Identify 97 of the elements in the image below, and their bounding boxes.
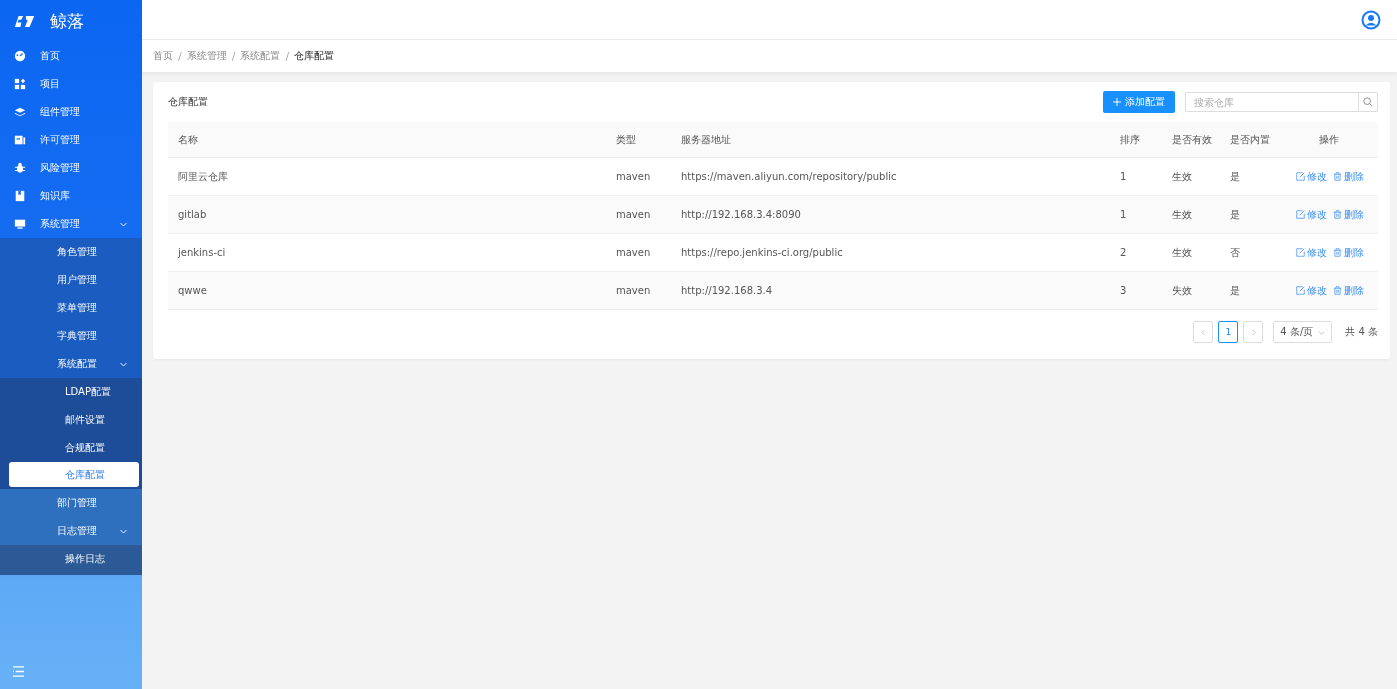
- layers-icon: [14, 106, 26, 118]
- page-button[interactable]: 1: [1218, 321, 1239, 343]
- table-cell-text: https://maven.aliyun.com/repository/public: [680, 171, 898, 182]
- table-cell-text: qwwe: [177, 285, 208, 296]
- edit-icon: [1296, 286, 1305, 295]
- breadcrumb-link[interactable]: 系统配置: [240, 49, 281, 63]
- search-button[interactable]: [1358, 92, 1378, 112]
- breadcrumb-link[interactable]: 系统管理: [186, 49, 227, 63]
- column-header: 服务器地址: [680, 132, 732, 147]
- table-cell-text: 否: [1229, 245, 1241, 260]
- menu-item[interactable]: 菜单管理: [0, 294, 142, 322]
- table-cell-text: 2: [1119, 247, 1128, 258]
- delete-link[interactable]: 删除: [1333, 169, 1364, 184]
- edit-link[interactable]: 修改: [1296, 283, 1327, 298]
- table-cell-text: maven: [615, 171, 652, 182]
- table-cell-text: 生效: [1171, 207, 1193, 222]
- delete-link[interactable]: 删除: [1333, 245, 1364, 260]
- monitor-icon: [14, 218, 26, 230]
- menu-item[interactable]: 日志管理: [0, 517, 142, 545]
- menu-item[interactable]: 系统管理: [0, 210, 142, 238]
- user-icon[interactable]: [1361, 9, 1381, 30]
- search-field[interactable]: 搜索仓库: [1185, 92, 1358, 112]
- menu-item[interactable]: 操作日志: [0, 545, 142, 573]
- app-name: 鲸落: [50, 9, 84, 33]
- breadcrumb-separator: /: [231, 49, 236, 63]
- breadcrumb-separator: /: [178, 49, 182, 63]
- chevron-right-icon: [1249, 328, 1257, 336]
- menu-item[interactable]: 风险管理: [0, 154, 142, 182]
- breadcrumb-link[interactable]: 首页: [153, 49, 173, 63]
- table-cell-text: 1: [1119, 171, 1128, 182]
- chevron-left-icon: [1199, 328, 1207, 336]
- menu-item[interactable]: 许可管理: [0, 126, 142, 154]
- menu-item[interactable]: 仓库配置: [9, 462, 139, 487]
- edit-link[interactable]: 修改: [1296, 245, 1327, 260]
- table-cell-text: http://192.168.3.4:8090: [680, 209, 802, 220]
- trash-icon: [1333, 210, 1342, 219]
- edit-link[interactable]: 修改: [1296, 169, 1327, 184]
- menu-item[interactable]: 系统配置: [0, 350, 142, 378]
- trash-icon: [1333, 286, 1342, 295]
- menu-item[interactable]: 合规配置: [0, 434, 142, 462]
- column-header: 操作: [1318, 132, 1340, 147]
- card-title: 仓库配置: [168, 95, 208, 109]
- menu-item[interactable]: LDAP配置: [0, 378, 142, 406]
- table-cell-text: 是: [1229, 169, 1241, 184]
- table-cell-text: 失效: [1171, 283, 1193, 298]
- table-cell-text: 是: [1229, 207, 1241, 222]
- table-cell-text: 是: [1229, 283, 1241, 298]
- bug-icon: [14, 162, 26, 174]
- table-cell-text: 生效: [1171, 169, 1193, 184]
- chevron-down-icon: [1318, 328, 1326, 336]
- edit-link[interactable]: 修改: [1296, 207, 1327, 222]
- edit-icon: [1296, 210, 1305, 219]
- edit-icon: [1296, 248, 1305, 257]
- grid-icon: [14, 78, 26, 90]
- breadcrumb-separator: /: [285, 49, 290, 63]
- table-cell-text: 1: [1119, 209, 1128, 220]
- table-cell-text: 生效: [1171, 245, 1193, 260]
- column-header: 是否有效: [1171, 132, 1213, 147]
- column-header: 名称: [177, 132, 199, 147]
- total-count: 共 4 条: [1345, 325, 1378, 339]
- plus-icon: [1113, 98, 1121, 106]
- previous-page-button[interactable]: [1193, 321, 1214, 343]
- table-cell-text: 阿里云仓库: [177, 169, 229, 184]
- menu-item[interactable]: 字典管理: [0, 322, 142, 350]
- delete-link[interactable]: 删除: [1333, 283, 1364, 298]
- menu-item[interactable]: 知识库: [0, 182, 142, 210]
- add-button[interactable]: 添加配置: [1103, 91, 1175, 113]
- edit-icon: [1296, 172, 1305, 181]
- search-icon: [1363, 97, 1373, 107]
- menu-icon[interactable]: [12, 665, 25, 677]
- trash-icon: [1333, 172, 1342, 181]
- table-cell-text: maven: [615, 247, 652, 258]
- logo-icon: [14, 14, 36, 28]
- page-size-select[interactable]: 4 条/页: [1273, 321, 1333, 343]
- menu-item[interactable]: 邮件设置: [0, 406, 142, 434]
- table-cell-text: http://192.168.3.4: [680, 285, 774, 296]
- column-header: 是否内置: [1229, 132, 1271, 147]
- table-cell-text: gitlab: [177, 209, 208, 220]
- column-header: 排序: [1119, 132, 1141, 147]
- book-icon: [14, 190, 26, 202]
- gauge-icon: [14, 50, 26, 62]
- menu-item[interactable]: 项目: [0, 70, 142, 98]
- menu-item[interactable]: 部门管理: [0, 489, 142, 517]
- menu-item[interactable]: 角色管理: [0, 238, 142, 266]
- delete-link[interactable]: 删除: [1333, 207, 1364, 222]
- card-icon: [14, 134, 26, 146]
- next-page-button[interactable]: [1243, 321, 1264, 343]
- table-cell-text: maven: [615, 285, 652, 296]
- table-cell-text: maven: [615, 209, 652, 220]
- menu-item[interactable]: 用户管理: [0, 266, 142, 294]
- table-cell-text: jenkins-ci: [177, 247, 227, 258]
- menu-item[interactable]: 首页: [0, 42, 142, 70]
- table-cell-text: 3: [1119, 285, 1128, 296]
- trash-icon: [1333, 248, 1342, 257]
- table-cell-text: https://repo.jenkins-ci.org/public: [680, 247, 844, 258]
- column-header: 类型: [615, 132, 637, 147]
- menu-item[interactable]: 组件管理: [0, 98, 142, 126]
